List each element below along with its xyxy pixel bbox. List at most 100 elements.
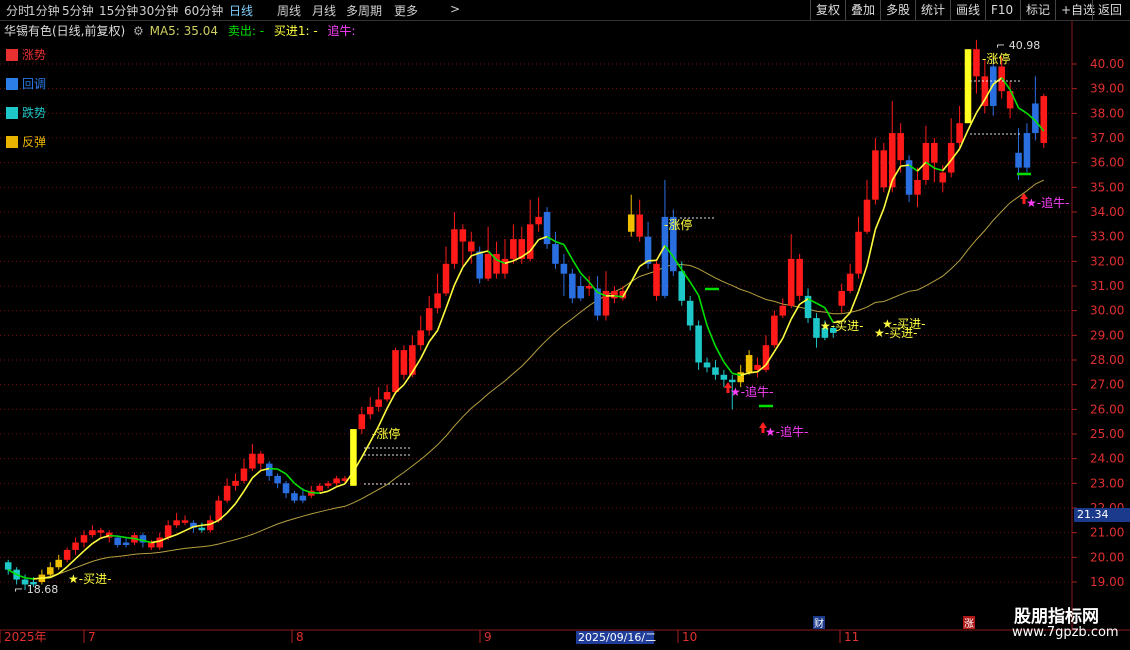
indicator-header: 华锡有色(日线,前复权) ⚙ MA5: 35.04 卖出: - 买进1: - 追…	[4, 22, 356, 39]
legend-item[interactable]: 反弹	[6, 127, 46, 156]
candle-body	[813, 318, 820, 338]
candle-body	[703, 362, 711, 368]
candle-body	[1015, 152, 1022, 168]
x-marker-label: 财	[814, 617, 824, 630]
toolbar-button-3[interactable]: 统计	[915, 0, 950, 20]
candle-body	[232, 480, 239, 486]
candle-body	[63, 549, 71, 560]
period-tab-4[interactable]: 30分钟	[139, 2, 178, 19]
candle-body	[1040, 96, 1048, 143]
ma5-segment	[900, 164, 910, 167]
ma5-segment	[117, 535, 127, 539]
toolbar-button-4[interactable]: 画线	[950, 0, 985, 20]
period-tab-2[interactable]: 5分钟	[62, 2, 94, 19]
candle-body	[880, 150, 888, 188]
legend-item[interactable]: 回调	[6, 69, 46, 98]
y-tick-label: 38.00	[1090, 106, 1124, 120]
legend-swatch-icon	[6, 106, 18, 119]
candle-body	[636, 214, 643, 237]
x-marker-label: 涨	[964, 618, 974, 630]
candle-body	[291, 493, 298, 501]
limit-up-label: -涨停	[372, 426, 400, 441]
period-tab-10[interactable]: 更多	[394, 2, 418, 19]
candle-body	[451, 229, 458, 264]
y-tick-label: 20.00	[1090, 550, 1124, 564]
x-tick-label: 9	[484, 630, 492, 644]
toolbar-button-1[interactable]: 叠加	[845, 0, 880, 20]
ma5-segment	[125, 536, 135, 540]
toolbar-button-8[interactable]: 返回	[1092, 0, 1127, 20]
y-tick-label: 33.00	[1090, 230, 1124, 244]
candle-body	[484, 253, 492, 279]
ma5-segment	[33, 577, 42, 580]
period-tab-0[interactable]: 分时	[6, 2, 30, 19]
candle-body	[350, 429, 357, 486]
candle-body	[728, 379, 736, 383]
ma5-segment	[428, 329, 439, 343]
candle-body	[122, 542, 130, 545]
current-price-tag: 21.34	[1074, 508, 1130, 522]
candle-body	[931, 142, 938, 163]
settings-gear-icon[interactable]: ⚙	[133, 24, 144, 38]
ma5-segment	[866, 229, 877, 266]
period-tab-8[interactable]: 月线	[312, 2, 336, 19]
period-tab-6[interactable]: 日线	[229, 2, 253, 19]
candle-body	[964, 49, 972, 124]
candle-body	[922, 142, 930, 180]
candle-body	[366, 406, 374, 415]
period-tab-7[interactable]: 周线	[277, 2, 301, 19]
ma5-segment	[614, 295, 623, 298]
candle-body	[501, 258, 509, 274]
candle-body	[164, 525, 172, 538]
x-tick-label: 11	[844, 630, 859, 644]
candle-body	[510, 239, 517, 259]
candle-body	[939, 172, 947, 183]
y-tick-label: 21.00	[1090, 526, 1124, 540]
ma5-segment	[453, 266, 464, 286]
watermark-url: www.7gpzb.com	[1012, 625, 1119, 640]
stock-title: 华锡有色(日线,前复权)	[4, 24, 126, 38]
candle-body	[989, 66, 997, 106]
more-chevron-icon[interactable]: >	[450, 2, 460, 16]
candle-body	[417, 330, 425, 346]
trend-legend: 涨势 回调 跌势反弹	[6, 40, 46, 156]
buy-signal-label: ★-买进-	[68, 572, 111, 586]
candle-body	[467, 241, 475, 252]
period-tab-3[interactable]: 15分钟	[99, 2, 138, 19]
legend-item[interactable]: 涨势	[6, 40, 46, 69]
candle-body	[442, 263, 450, 294]
kline-chart[interactable]: ⌐ 40.98 ⌐ 18.68 -涨停 -涨停 -涨停 ★-买进- ★-买进- ★-买进- ★-…	[0, 0, 1130, 650]
candle-body	[274, 475, 281, 484]
toolbar-button-6[interactable]: 标记	[1020, 0, 1055, 20]
x-tick-label: 2025年	[4, 630, 47, 644]
ma5-segment	[377, 408, 388, 427]
ma5-segment	[277, 468, 287, 475]
ma5-segment	[184, 526, 194, 532]
ma5-segment	[251, 469, 262, 479]
toolbar-button-0[interactable]: 复权	[810, 0, 845, 20]
period-tab-1[interactable]: 1分钟	[28, 2, 60, 19]
y-tick-label: 23.00	[1090, 476, 1124, 490]
legend-item[interactable]: 跌势	[6, 98, 46, 127]
candle-body	[375, 399, 382, 407]
candle-body	[400, 350, 408, 375]
x-tick-label: 7	[88, 630, 96, 644]
y-tick-label: 31.00	[1090, 279, 1124, 293]
candle-body	[973, 49, 980, 77]
candle-body	[846, 273, 854, 291]
period-tab-9[interactable]: 多周期	[346, 2, 382, 19]
candle-body	[569, 273, 576, 299]
toolbar-button-5[interactable]: F10	[985, 0, 1018, 20]
period-tab-5[interactable]: 60分钟	[184, 2, 223, 19]
ma5-segment	[285, 473, 296, 484]
ma5-segment	[66, 558, 77, 568]
ma5-segment	[436, 307, 447, 331]
candle-body	[72, 542, 79, 550]
legend-label: 反弹	[22, 135, 47, 149]
candle-body	[720, 374, 728, 380]
candle-body	[577, 286, 585, 299]
ma5-segment	[479, 250, 489, 254]
ma5-segment	[319, 490, 329, 494]
watermark-name: 股朋指标网	[1014, 607, 1099, 627]
toolbar-button-2[interactable]: 多股	[880, 0, 915, 20]
